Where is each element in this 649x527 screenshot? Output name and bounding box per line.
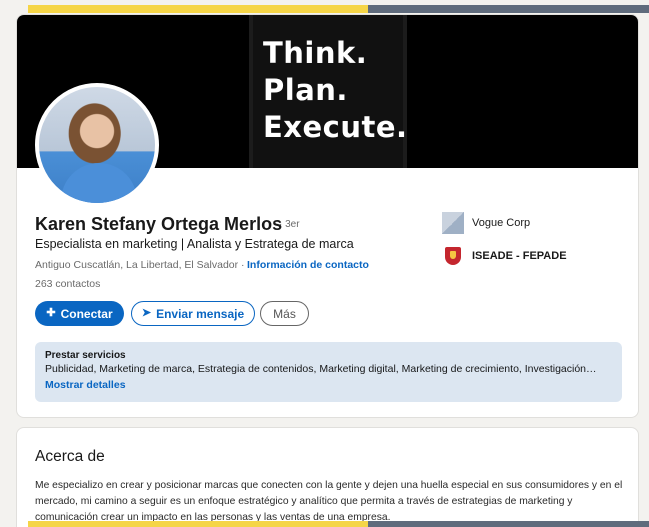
send-message-button[interactable]: ➤ Enviar mensaje: [131, 301, 255, 326]
show-details-link[interactable]: Mostrar detalles: [45, 379, 126, 391]
banner-line: Plan.: [263, 73, 348, 107]
bottom-accent-stripe-yellow: [28, 521, 368, 527]
profile-headline: Especialista en marketing | Analista y E…: [35, 237, 354, 251]
about-title: Acerca de: [35, 448, 105, 465]
top-accent-stripe-yellow: [28, 5, 368, 13]
avatar[interactable]: [35, 83, 159, 207]
profile-card: Think. Plan. Execute. Karen Stefany Orte…: [16, 14, 639, 418]
avatar-figure: [61, 163, 137, 203]
banner-slogan: Think. Plan. Execute.: [263, 35, 408, 146]
banner-line: Think.: [263, 36, 368, 70]
connection-degree: · 3er: [279, 219, 300, 230]
about-text: Me especializo en crear y posicionar mar…: [35, 480, 623, 523]
connect-button[interactable]: ✚ Conectar: [35, 301, 124, 326]
organization-item-vogue[interactable]: Vogue Corp: [442, 212, 530, 234]
banner-line: Execute.: [263, 110, 408, 144]
connections-count[interactable]: 263 contactos: [35, 278, 100, 290]
organization-name: ISEADE - FEPADE: [472, 250, 567, 262]
top-accent-stripe-gray: [368, 5, 649, 13]
organization-item-iseade[interactable]: ISEADE - FEPADE: [442, 244, 567, 268]
school-shield-icon: [442, 244, 464, 268]
company-logo-icon: [442, 212, 464, 234]
services-title: Prestar servicios: [45, 350, 126, 361]
services-box: Prestar servicios Publicidad, Marketing …: [35, 342, 622, 402]
connect-button-label: Conectar: [60, 306, 113, 321]
profile-location: Antiguo Cuscatlán, La Libertad, El Salva…: [35, 259, 245, 271]
send-message-button-label: Enviar mensaje: [156, 306, 245, 321]
contact-info-link[interactable]: Información de contacto: [247, 259, 369, 271]
services-list: Publicidad, Marketing de marca, Estrateg…: [45, 363, 597, 375]
add-person-icon: ✚: [46, 307, 56, 319]
bottom-accent-stripe-gray: [368, 521, 649, 527]
organization-name: Vogue Corp: [472, 217, 531, 229]
about-card: Acerca de Me especializo en crear y posi…: [16, 427, 639, 527]
profile-name: Karen Stefany Ortega Merlos: [35, 214, 283, 234]
send-icon: ➤: [141, 307, 152, 319]
more-button[interactable]: Más: [260, 301, 309, 326]
more-button-label: Más: [273, 306, 296, 321]
